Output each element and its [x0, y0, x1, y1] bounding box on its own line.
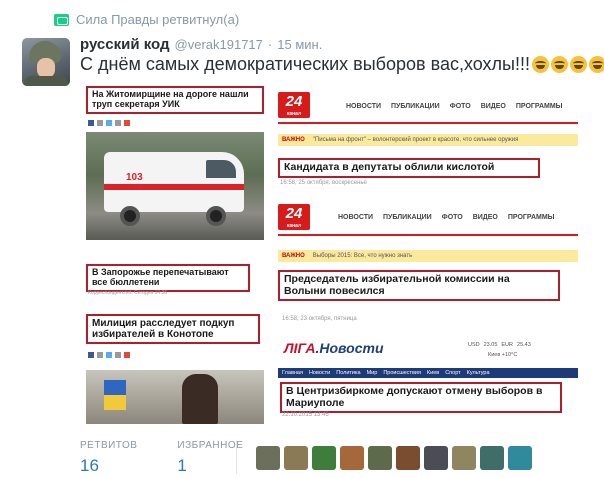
ambulance-number: 103 — [126, 172, 143, 183]
favorites-stat[interactable]: ИЗБРАННОЕ 1 — [177, 440, 243, 476]
headline-box: Председатель избирательной комиссии на В… — [278, 270, 560, 302]
retweet-icon — [54, 13, 69, 26]
liker-avatars — [256, 446, 532, 470]
avatar[interactable] — [22, 38, 70, 86]
liker-avatar[interactable] — [340, 446, 364, 470]
headline-text: На Житомирщине на дороге нашли труп секр… — [92, 89, 249, 109]
favorites-label: ИЗБРАННОЕ — [177, 440, 244, 451]
liker-avatar[interactable] — [480, 446, 504, 470]
laughing-emoji-icon — [551, 56, 568, 73]
site24-logo: 24 канал — [278, 204, 310, 230]
liker-avatar[interactable] — [396, 446, 420, 470]
headline-box: На Житомирщине на дороге нашли труп секр… — [86, 86, 264, 114]
liker-avatar[interactable] — [312, 446, 336, 470]
laughing-emoji-icon — [589, 56, 604, 73]
article-meta: 16:58, 25 октября, воскресенье — [280, 180, 367, 186]
liker-avatar[interactable] — [256, 446, 280, 470]
site24-nav: НОВОСТИ ПУБЛИКАЦИИ ФОТО ВИДЕО ПРОГРАММЫ — [346, 103, 563, 110]
tweet-text-content: С днём самых демократических выборов вас… — [80, 54, 530, 74]
site24-nav: НОВОСТИ ПУБЛИКАЦИИ ФОТО ВИДЕО ПРОГРАММЫ — [338, 214, 555, 221]
site24-banner: ВАЖНО Выборы 2015: Все, что нужно знать — [278, 250, 578, 262]
stats-divider — [236, 440, 237, 474]
author-handle[interactable]: @verak191717 — [175, 37, 263, 52]
liker-avatar[interactable] — [284, 446, 308, 470]
share-icons — [88, 352, 130, 358]
ukraine-flag-icon — [104, 380, 126, 410]
headline-text: В Центризбиркоме допускают отмену выборо… — [286, 385, 543, 409]
tweet-timestamp[interactable]: 15 мин. — [277, 37, 322, 52]
headline-text: Председатель избирательной комиссии на В… — [284, 273, 510, 297]
article-meta: 16:58, 23 октября, пятница — [282, 316, 357, 322]
retweets-stat[interactable]: РЕТВИТОВ 16 — [80, 440, 137, 476]
tweet-media-image[interactable]: На Житомирщине на дороге нашли труп секр… — [82, 82, 582, 424]
headline-box: В Запорожье перепечатывают все бюллетени — [86, 264, 250, 292]
tweet-text: С днём самых демократических выборов вас… — [80, 54, 604, 75]
liker-avatar[interactable] — [508, 446, 532, 470]
headline-text: Кандидата в депутаты облили кислотой — [284, 161, 495, 173]
tweet-header: русский код @verak191717 · 15 мин. — [80, 36, 322, 53]
share-icons — [88, 120, 130, 126]
ambulance-photo: 103 — [86, 132, 264, 240]
retweeter-label[interactable]: Сила Правды ретвитнул(а) — [76, 12, 239, 27]
liga-nav: Главная Новости Политика Мир Происшествия Кие… — [278, 368, 578, 378]
protest-photo — [86, 370, 264, 424]
headline-text: В Запорожье перепечатывают все бюллетени — [92, 267, 229, 287]
author-name[interactable]: русский код — [80, 36, 170, 53]
laughing-emoji-icon — [532, 56, 549, 73]
liker-avatar[interactable] — [452, 446, 476, 470]
favorites-count: 1 — [177, 456, 187, 475]
liker-avatar[interactable] — [368, 446, 392, 470]
separator-dot: · — [267, 37, 273, 52]
laughing-emoji-icon — [570, 56, 587, 73]
liga-logo: ЛIГА.Новости — [284, 340, 384, 356]
site24-logo: 24 канал — [278, 92, 310, 118]
headline-box: В Центризбиркоме допускают отмену выборо… — [280, 382, 562, 414]
site24-banner: ВАЖНО "Письма на фронт" – волонтерский пр… — [278, 134, 578, 146]
headline-box: Кандидата в депутаты облили кислотой — [278, 158, 540, 178]
retweet-context: Сила Правды ретвитнул(а) — [54, 12, 239, 27]
liker-avatar[interactable] — [424, 446, 448, 470]
headline-text: Милиция расследует подкуп избирателей в … — [92, 318, 235, 340]
article-meta: 22.10.2015 13:46 — [282, 412, 329, 418]
headline-box: Милиция расследует подкуп избирателей в … — [86, 314, 260, 344]
retweets-count: 16 — [80, 456, 99, 475]
retweets-label: РЕТВИТОВ — [80, 440, 138, 451]
tweet-stats: РЕТВИТОВ 16 ИЗБРАННОЕ 1 — [80, 440, 243, 476]
